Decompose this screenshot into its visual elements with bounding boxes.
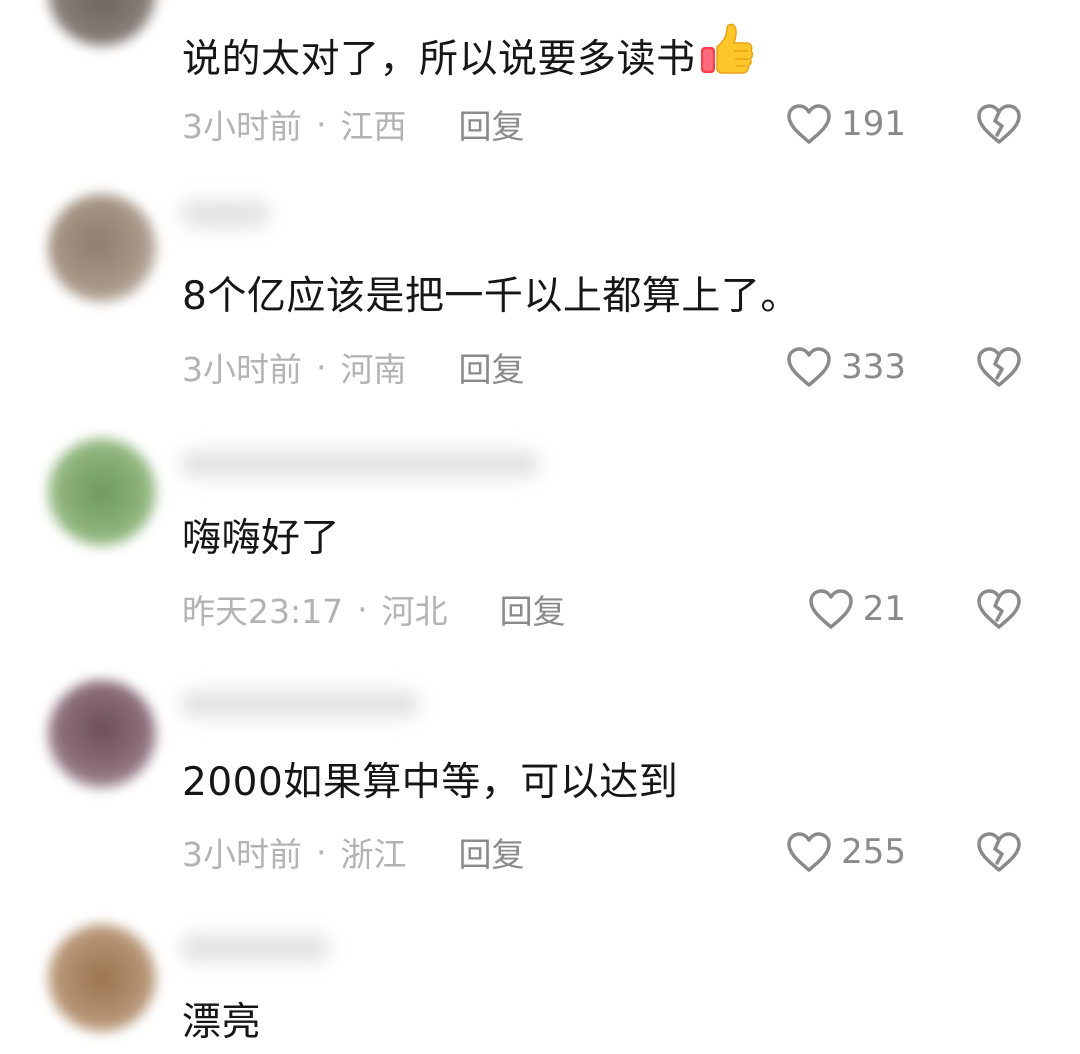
dislike-button[interactable] <box>974 584 1024 634</box>
reply-button[interactable]: 回复 <box>500 585 566 633</box>
avatar[interactable] <box>48 0 156 46</box>
dislike-button[interactable] <box>974 342 1024 392</box>
comment-meta: 3小时前 · 浙江 回复 <box>182 827 525 877</box>
dislike-button[interactable] <box>974 827 1024 877</box>
comment-text: 2000如果算中等，可以达到 <box>182 760 679 805</box>
avatar[interactable] <box>48 680 156 788</box>
comment-location: 江西 <box>340 107 407 146</box>
avatar[interactable] <box>48 924 156 1032</box>
avatar[interactable] <box>48 438 156 546</box>
reply-button[interactable]: 回复 <box>459 343 525 391</box>
like-count: 255 <box>841 832 906 872</box>
like-count: 333 <box>841 347 906 387</box>
username-blurred[interactable] <box>180 690 420 718</box>
username-blurred[interactable] <box>180 200 270 228</box>
comment-text: 漂亮 <box>182 1000 262 1045</box>
meta-separator: · <box>357 589 368 629</box>
broken-heart-icon <box>977 589 1021 629</box>
heart-outline-icon <box>787 104 831 144</box>
like-button[interactable]: 191 <box>785 99 906 149</box>
broken-heart-icon <box>977 832 1021 872</box>
comment-body: 说的太对了，所以说要多读书 <box>182 37 696 82</box>
username-blurred[interactable] <box>180 450 540 478</box>
like-count: 21 <box>862 589 906 629</box>
comment-time: 3小时前 <box>182 350 302 389</box>
comment-meta: 3小时前 · 江西 回复 <box>182 99 525 149</box>
comment-text: 说的太对了，所以说要多读书 <box>182 22 754 85</box>
comment-location: 河南 <box>340 350 407 389</box>
heart-outline-icon <box>787 832 831 872</box>
heart-outline-icon <box>787 347 831 387</box>
comment-meta: 昨天23:17 · 河北 回复 <box>182 584 566 634</box>
avatar[interactable] <box>48 194 156 302</box>
like-button[interactable]: 255 <box>785 827 906 877</box>
broken-heart-icon <box>977 347 1021 387</box>
comment-meta: 3小时前 · 河南 回复 <box>182 342 525 392</box>
comment-text: 嗨嗨好了 <box>182 516 341 561</box>
thumbs-up-emoji-icon <box>700 23 753 74</box>
meta-separator: · <box>316 347 327 387</box>
meta-separator: · <box>316 832 327 872</box>
meta-separator: · <box>316 104 327 144</box>
comment-location: 浙江 <box>340 835 407 874</box>
dislike-button[interactable] <box>974 99 1024 149</box>
comment-time: 3小时前 <box>182 835 302 874</box>
like-button[interactable]: 21 <box>807 584 906 634</box>
like-count: 191 <box>841 104 906 144</box>
like-button[interactable]: 333 <box>785 342 906 392</box>
comment-location: 河北 <box>381 592 448 631</box>
reply-button[interactable]: 回复 <box>459 828 525 876</box>
broken-heart-icon <box>977 104 1021 144</box>
username-blurred[interactable] <box>180 934 330 962</box>
heart-outline-icon <box>808 589 853 629</box>
comment-time: 昨天23:17 <box>182 592 344 631</box>
reply-button[interactable]: 回复 <box>459 100 525 148</box>
comment-text: 8个亿应该是把一千以上都算上了。 <box>182 274 800 319</box>
comment-time: 3小时前 <box>182 107 302 146</box>
